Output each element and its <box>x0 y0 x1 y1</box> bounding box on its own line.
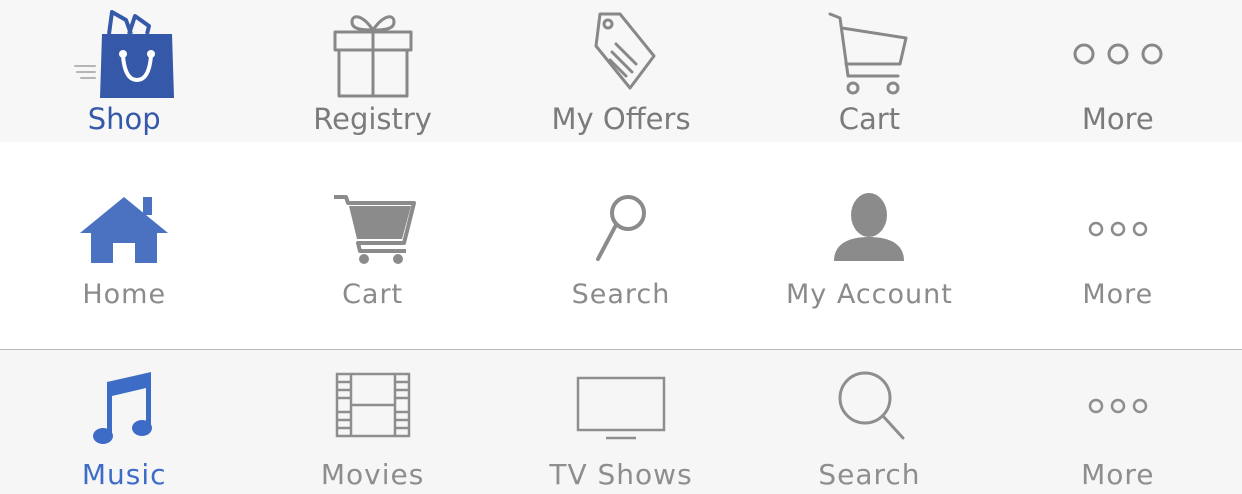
tab-label: My Offers <box>551 102 691 136</box>
tab-more[interactable]: More <box>994 0 1242 142</box>
tab-label: Cart <box>342 279 404 310</box>
tab-bar-store: Shop Registry My Offers Cart More <box>0 0 1242 142</box>
tab-search[interactable]: Search <box>745 350 993 494</box>
shopping-bag-icon <box>74 10 175 98</box>
tab-label: Search <box>818 458 921 491</box>
more-dots-icon <box>1073 43 1163 65</box>
tv-icon <box>576 376 666 440</box>
tab-tv-shows[interactable]: TV Shows <box>497 350 745 494</box>
cart-icon <box>828 12 908 95</box>
tab-bar-account: Home Cart Search My Account More <box>0 142 1242 349</box>
tab-label: Search <box>571 279 671 310</box>
gift-icon <box>333 15 413 98</box>
search-icon <box>838 371 905 440</box>
cart-icon <box>333 195 416 264</box>
tab-label: Music <box>81 458 167 491</box>
tab-cart[interactable]: Cart <box>248 142 496 349</box>
tab-cart[interactable]: Cart <box>745 0 993 142</box>
search-icon <box>596 195 647 261</box>
more-dots-icon <box>1088 398 1148 414</box>
tab-label: Cart <box>838 102 901 136</box>
tab-label: Shop <box>87 102 161 136</box>
tab-label: Home <box>82 279 167 310</box>
tag-icon <box>594 12 656 90</box>
tab-more[interactable]: More <box>994 350 1242 494</box>
tab-home[interactable]: Home <box>0 142 248 349</box>
tab-label: More <box>1081 458 1155 491</box>
music-note-icon <box>93 372 153 444</box>
tab-bar-media: Music Movies TV Shows Search More <box>0 349 1242 494</box>
tab-my-account[interactable]: My Account <box>745 142 993 349</box>
home-icon <box>80 197 169 263</box>
tab-my-offers[interactable]: My Offers <box>497 0 745 142</box>
tab-label: More <box>1081 102 1154 136</box>
tab-registry[interactable]: Registry <box>248 0 496 142</box>
more-dots-icon <box>1088 221 1148 237</box>
tab-movies[interactable]: Movies <box>248 350 496 494</box>
tab-label: Registry <box>313 102 432 136</box>
tab-label: My Account <box>785 279 953 310</box>
tab-label: More <box>1082 279 1154 310</box>
person-icon <box>834 193 905 261</box>
film-strip-icon <box>335 372 410 438</box>
tab-search[interactable]: Search <box>497 142 745 349</box>
tab-music[interactable]: Music <box>0 350 248 494</box>
tab-label: TV Shows <box>549 458 693 491</box>
tab-label: Movies <box>320 458 425 491</box>
tab-shop[interactable]: Shop <box>0 0 248 142</box>
tab-more[interactable]: More <box>994 142 1242 349</box>
